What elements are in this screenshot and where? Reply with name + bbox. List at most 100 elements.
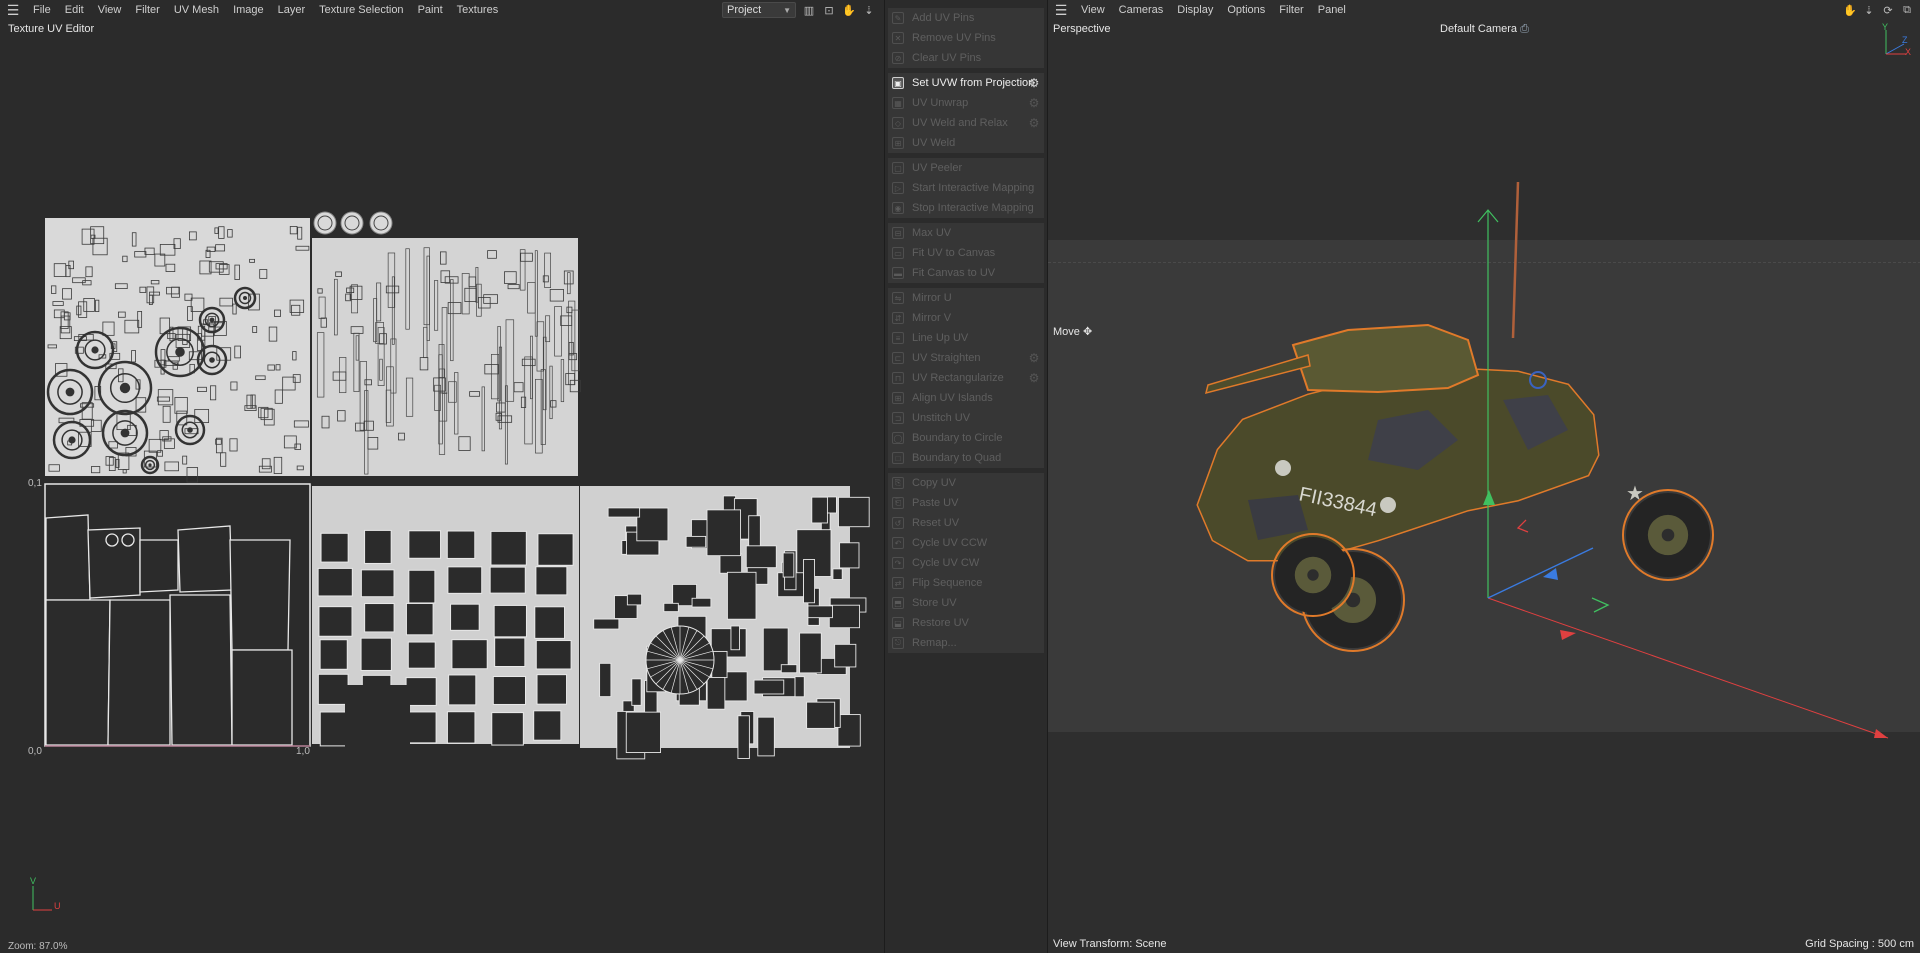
boundary-to-quad-button[interactable]: □ Boundary to Quad xyxy=(888,448,1044,468)
move-gizmo-rotate-handle xyxy=(1516,519,1529,533)
remap-button[interactable]: ⎋ Remap... xyxy=(888,633,1044,653)
restore-uv-button[interactable]: ⬓ Restore UV xyxy=(888,613,1044,633)
uv-island xyxy=(631,678,642,706)
uv-unwrap-button[interactable]: ▦ UV Unwrap ⚙ xyxy=(888,93,1044,113)
uv-label-0-0: 0,0 xyxy=(28,746,42,757)
cycle-uv-ccw-button[interactable]: ↶ Cycle UV CCW xyxy=(888,533,1044,553)
viewport-hamburger-icon[interactable]: ☰ xyxy=(1048,0,1074,20)
uv-island xyxy=(834,643,857,668)
menu-layer[interactable]: Layer xyxy=(271,0,313,20)
projection-icon: ▣ xyxy=(892,77,904,89)
uv-weld-button[interactable]: ⊞ UV Weld xyxy=(888,133,1044,153)
uv-canvas[interactable] xyxy=(0,0,885,953)
viewport-menu-view[interactable]: View xyxy=(1074,0,1112,20)
project-dropdown[interactable]: Project ▼ xyxy=(722,2,796,18)
lock-icon[interactable]: ⊡ xyxy=(822,3,836,17)
uv-island xyxy=(626,593,643,606)
uv-island-wheel-center xyxy=(175,347,185,357)
rotate-icon[interactable]: ⟳ xyxy=(1881,3,1895,17)
add-uv-pins-button[interactable]: ✎ Add UV Pins xyxy=(888,8,1044,28)
uv-island xyxy=(799,632,822,674)
max-uv-button[interactable]: ⊟ Max UV xyxy=(888,223,1044,243)
uv-island-disc xyxy=(340,211,364,235)
uv-island-wheel-center xyxy=(120,428,130,438)
uv-island xyxy=(726,571,757,620)
uv-island xyxy=(451,639,488,670)
menu-view[interactable]: View xyxy=(91,0,129,20)
remove-uv-pins-button[interactable]: ✕ Remove UV Pins xyxy=(888,28,1044,48)
fit-canvas-to-uv-button[interactable]: ▬ Fit Canvas to UV xyxy=(888,263,1044,283)
viewport-menu-display[interactable]: Display xyxy=(1170,0,1220,20)
histogram-icon[interactable]: ▥ xyxy=(802,3,816,17)
uv-commands-panel: ✎ Add UV Pins ✕ Remove UV Pins ⊘ Clear UV Pin… xyxy=(886,0,1046,953)
gear-icon[interactable]: ⚙ xyxy=(1027,76,1041,90)
uv-rectangularize-button[interactable]: ⊓ UV Rectangularize ⚙ xyxy=(888,368,1044,388)
uv-island xyxy=(229,539,291,651)
viewport-menu-panel[interactable]: Panel xyxy=(1311,0,1353,20)
gear-icon[interactable]: ⚙ xyxy=(1027,351,1041,365)
camera-label[interactable]: Default Camera ⎙ xyxy=(1440,23,1529,36)
store-uv-button[interactable]: ⬒ Store UV xyxy=(888,593,1044,613)
uv-island xyxy=(536,674,568,705)
viewport-menu-options[interactable]: Options xyxy=(1220,0,1272,20)
paste-uv-button[interactable]: ⎗ Paste UV xyxy=(888,493,1044,513)
move-down-icon[interactable]: ⇣ xyxy=(862,3,876,17)
menu-file[interactable]: File xyxy=(26,0,58,20)
menu-textures[interactable]: Textures xyxy=(450,0,506,20)
uv-straighten-button[interactable]: ⊏ UV Straighten ⚙ xyxy=(888,348,1044,368)
flip-sequence-button[interactable]: ⇄ Flip Sequence xyxy=(888,573,1044,593)
menu-uv-mesh[interactable]: UV Mesh xyxy=(167,0,226,20)
fit-uv-to-canvas-label: Fit UV to Canvas xyxy=(912,247,996,259)
restore-uv-label: Restore UV xyxy=(912,617,969,629)
mirror-u-icon: ⇋ xyxy=(892,292,904,304)
gear-icon[interactable]: ⚙ xyxy=(1027,371,1041,385)
mirror-u-label: Mirror U xyxy=(912,292,952,304)
restore-icon: ⬓ xyxy=(892,617,904,629)
dolly-icon[interactable]: ⇣ xyxy=(1862,3,1876,17)
gear-icon[interactable]: ⚙ xyxy=(1027,96,1041,110)
pan-hand-icon[interactable]: ✋ xyxy=(842,3,856,17)
uv-island xyxy=(706,676,726,710)
viewport-menu-cameras[interactable]: Cameras xyxy=(1112,0,1171,20)
menu-filter[interactable]: Filter xyxy=(128,0,166,20)
boundary-to-circle-button[interactable]: ◯ Boundary to Circle xyxy=(888,428,1044,448)
stop-interactive-mapping-button[interactable]: ◉ Stop Interactive Mapping xyxy=(888,198,1044,218)
gear-icon[interactable]: ⚙ xyxy=(1027,116,1041,130)
view-name-label: Perspective xyxy=(1053,23,1111,35)
line-up-uv-button[interactable]: ≡ Line Up UV xyxy=(888,328,1044,348)
cycle-ccw-icon: ↶ xyxy=(892,537,904,549)
cycle-uv-cw-button[interactable]: ↷ Cycle UV CW xyxy=(888,553,1044,573)
uv-island xyxy=(757,716,775,757)
uv-island xyxy=(691,597,712,608)
uv-island xyxy=(407,641,436,669)
clear-uv-pins-button[interactable]: ⊘ Clear UV Pins xyxy=(888,48,1044,68)
menu-edit[interactable]: Edit xyxy=(58,0,91,20)
uv-island xyxy=(490,530,527,566)
viewport-menu-filter[interactable]: Filter xyxy=(1272,0,1310,20)
menu-texture-selection[interactable]: Texture Selection xyxy=(312,0,410,20)
pan-hand-icon[interactable]: ✋ xyxy=(1843,3,1857,17)
menu-image[interactable]: Image xyxy=(226,0,271,20)
uv-weld-and-relax-button[interactable]: ◇ UV Weld and Relax ⚙ xyxy=(888,113,1044,133)
set-uvw-from-projection-button[interactable]: ▣ Set UVW from Projection ⚙ xyxy=(888,73,1044,93)
menu-paint[interactable]: Paint xyxy=(411,0,450,20)
uv-island xyxy=(491,712,524,746)
start-interactive-mapping-button[interactable]: ▷ Start Interactive Mapping xyxy=(888,178,1044,198)
hamburger-menu-icon[interactable]: ☰ xyxy=(0,0,26,20)
uv-island-wheel-center xyxy=(187,427,193,433)
unstitch-uv-button[interactable]: ⊐ Unstitch UV xyxy=(888,408,1044,428)
align-uv-islands-button[interactable]: ⊞ Align UV Islands xyxy=(888,388,1044,408)
flip-sequence-label: Flip Sequence xyxy=(912,577,983,589)
copy-uv-button[interactable]: ⎘ Copy UV xyxy=(888,473,1044,493)
mirror-u-button[interactable]: ⇋ Mirror U xyxy=(888,288,1044,308)
3d-viewport[interactable]: ★ FII33844 ☰ View Cameras Display Options… xyxy=(1047,0,1920,953)
uv-island xyxy=(685,535,707,548)
mirror-v-button[interactable]: ⇵ Mirror V xyxy=(888,308,1044,328)
uv-peeler-button[interactable]: ▢ UV Peeler xyxy=(888,158,1044,178)
fit-uv-to-canvas-button[interactable]: ▭ Fit UV to Canvas xyxy=(888,243,1044,263)
uv-island xyxy=(231,649,293,746)
viewport-scene[interactable]: ★FII33844 xyxy=(1048,0,1920,953)
reset-uv-button[interactable]: ↺ Reset UV xyxy=(888,513,1044,533)
uv-island-wheel-center xyxy=(243,296,247,300)
maximize-view-icon[interactable]: ⧉ xyxy=(1900,3,1914,17)
